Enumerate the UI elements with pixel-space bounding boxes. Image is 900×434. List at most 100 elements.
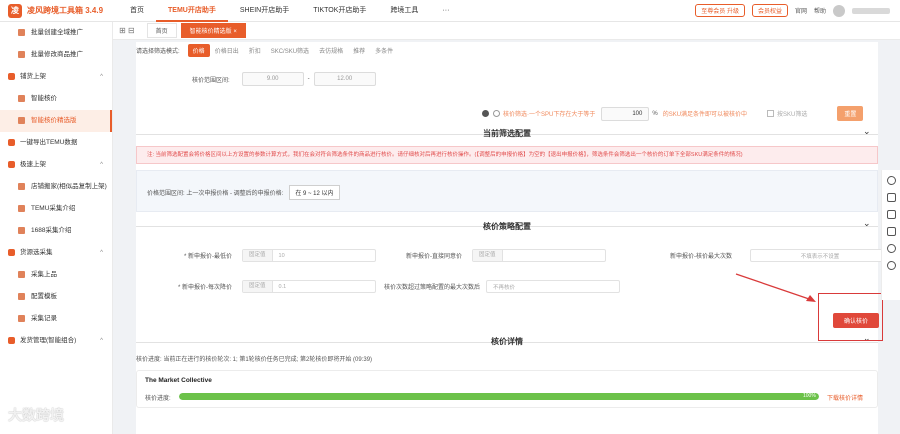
topnav-more[interactable]: ··· [430, 0, 461, 22]
wechat-icon[interactable] [886, 193, 896, 202]
mode-option-dedupe[interactable]: 去仿规格 [314, 44, 348, 57]
doc-icon [18, 271, 25, 278]
sidebar-item-store-move[interactable]: 店铺搬家(相似品复制上架) [0, 176, 112, 198]
price-min-input[interactable]: 9.00 [241, 72, 304, 86]
folder-icon [8, 249, 15, 256]
progress-label: 核价进度: [145, 396, 171, 402]
reset-button[interactable]: 重置 [837, 106, 864, 121]
sidebar-item-temu-collect-intro[interactable]: TEMU采集介绍 [0, 198, 112, 220]
sidebar-item-1688-collect-intro[interactable]: 1688采集介绍 [0, 220, 112, 242]
username-blurred [852, 7, 890, 14]
topnav-shein[interactable]: SHEIN开店助手 [228, 0, 301, 22]
chevron-down-icon[interactable]: ⌄ [863, 218, 871, 229]
sidebar-group-source-collect[interactable]: 货源选采集 ^ [0, 242, 112, 264]
mode-label: 请选择筛选模式: [136, 49, 180, 55]
sidebar-item-smart-pricing[interactable]: 智能核价 [0, 88, 112, 110]
sidebar-item-smart-pricing-pro[interactable]: 智能核价精选版 [0, 110, 112, 132]
step-price-type[interactable]: 固定值 [243, 281, 273, 292]
doc-icon [18, 227, 25, 234]
doc-icon [18, 51, 25, 58]
watermark: 大数跨境 [8, 407, 64, 423]
mode-option-recommend[interactable]: 推荐 [348, 44, 370, 57]
max-times-placeholder: 不填表示不设置 [800, 253, 840, 260]
after-max-select[interactable]: 不再核价 [486, 280, 621, 293]
filter-summary-row: 价格范围区间: 上一次申报价格 - 调整后的申报价格: 在 9 ~ 12 以内 [147, 185, 340, 200]
top-bar: 凌 凌风跨境工具箱 3.4.9 首页 TEMU开店助手 SHEIN开店助手 TI… [0, 0, 900, 22]
min-price-type[interactable]: 固定值 [243, 250, 273, 261]
brand[interactable]: 凌 凌风跨境工具箱 3.4.9 [0, 3, 118, 18]
qrcode-icon[interactable] [886, 210, 896, 219]
doc-icon [18, 95, 25, 102]
sidebar-group-export-temu[interactable]: 一键导出TEMU数据 [0, 132, 112, 154]
topnav-temu[interactable]: TEMU开店助手 [156, 0, 228, 22]
strategy-row-2b: 核价次数超过策略配置的最大次数后 不再核价 [384, 280, 621, 293]
mode-option-multi[interactable]: 多条件 [370, 44, 398, 57]
step-price-value: 0.1 [278, 283, 287, 290]
tab-smart-pricing-pro[interactable]: 智能核价精选版 × [180, 23, 246, 38]
avatar[interactable] [833, 4, 845, 17]
mode-option-price[interactable]: 价格 [187, 44, 210, 57]
folder-icon [8, 161, 15, 168]
sidebar-group-fast-listing[interactable]: 极速上架 ^ [0, 154, 112, 176]
sidebar-item-collect-records[interactable]: 采集记录 [0, 308, 112, 330]
support-icon[interactable] [886, 176, 896, 185]
folder-icon [8, 73, 15, 80]
sidebar-item-config-template[interactable]: 配置模板 [0, 286, 112, 308]
price-range-row: 核价范围区间: 9.00 - 12.00 [192, 72, 376, 86]
sidebar: 批量创建全域推广 批量修改商品推广 铺货上架 ^ 智能核价 智能核价精选版 一键导… [0, 22, 113, 434]
accept-price-type[interactable]: 固定值 [473, 250, 503, 261]
app-title: 凌风跨境工具箱 3.4.9 [27, 6, 104, 15]
strategy-row-2: * 新申报价-每次降价 固定值 0.1 [178, 280, 376, 293]
topnav-tools[interactable]: 跨境工具 [378, 0, 430, 22]
mode-option-discount[interactable]: 折扣 [244, 44, 266, 57]
tab-home[interactable]: 首页 [146, 23, 177, 38]
member-benefits-button[interactable]: 会员权益 [751, 4, 788, 17]
topnav-tiktok[interactable]: TIKTOK开店助手 [301, 0, 378, 22]
user-icon[interactable] [886, 244, 896, 253]
info-icon [482, 110, 489, 117]
arrow-line [735, 273, 813, 301]
collapse-sidebar-icon[interactable]: ⊞ ⊟ [119, 26, 135, 35]
vip-upgrade-button[interactable]: 至尊会员 升级 [695, 4, 745, 17]
price-range-label: 核价范围区间: [192, 77, 230, 84]
mode-option-price-daily[interactable]: 价格日出 [210, 44, 244, 57]
sidebar-item-collect-products[interactable]: 采集上品 [0, 264, 112, 286]
section-title-strategy: 核价策略配置 [483, 222, 531, 231]
sidebar-group-shipping[interactable]: 发货管理(智能组合) ^ [0, 330, 112, 352]
chevron-down-icon[interactable]: ⌄ [863, 126, 871, 137]
sidebar-group-listing[interactable]: 铺货上架 ^ [0, 66, 112, 88]
max-times-label: 新申报价-核价最大次数 [670, 254, 732, 260]
user-settings-icon[interactable] [886, 261, 896, 270]
official-site-link[interactable]: 官网 [795, 6, 807, 15]
after-max-label: 核价次数超过策略配置的最大次数后 [384, 285, 481, 291]
max-times-field[interactable]: 不填表示不设置 [750, 249, 890, 262]
progress-fill [179, 393, 819, 400]
filter-summary-label: 价格范围区间: 上一次申报价格 - 调整后的申报价格: [147, 191, 284, 197]
help-link[interactable]: 帮助 [814, 6, 826, 15]
mode-option-skc-sku[interactable]: SKC/SKU筛选 [266, 44, 314, 57]
min-price-field[interactable]: 固定值 10 [242, 249, 376, 262]
doc-icon [18, 29, 25, 36]
right-toolbar [881, 170, 900, 300]
price-max-input[interactable]: 12.00 [313, 72, 376, 86]
sku-radio[interactable] [493, 110, 500, 117]
sidebar-item-batch-create-promo[interactable]: 批量创建全域推广 [0, 22, 112, 44]
sku-percent-input[interactable]: 100 [601, 106, 650, 121]
download-detail-link[interactable]: 下载核价详情 [827, 393, 863, 402]
sku-checkbox[interactable] [767, 110, 775, 117]
progress-track [179, 393, 819, 400]
chevron-up-icon: ^ [100, 338, 103, 344]
sidebar-item-batch-modify-promo[interactable]: 批量修改商品推广 [0, 44, 112, 66]
chevron-up-icon: ^ [100, 162, 103, 168]
progress-percent-text: 100% [803, 393, 816, 399]
annotation-arrow [735, 273, 816, 302]
top-right-area: 至尊会员 升级 会员权益 官网 帮助 [695, 4, 900, 17]
step-price-field[interactable]: 固定值 0.1 [242, 280, 376, 293]
document-icon[interactable] [886, 227, 896, 236]
filter-range-tag: 在 9 ~ 12 以内 [289, 185, 340, 200]
accept-price-field[interactable]: 固定值 [472, 249, 606, 262]
topnav-home[interactable]: 首页 [118, 0, 156, 22]
confirm-pricing-button[interactable]: 确认核价 [833, 313, 879, 328]
doc-icon [18, 315, 25, 322]
min-price-label: * 新申报价-最低价 [184, 254, 233, 260]
